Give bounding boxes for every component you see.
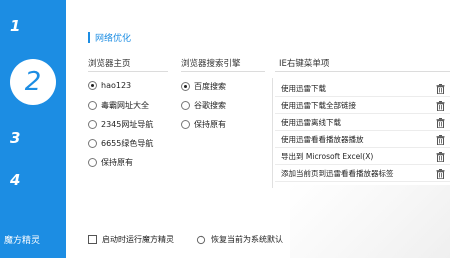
radio-option[interactable]: hao123 — [88, 81, 131, 90]
restore-icon — [196, 235, 206, 244]
search-engine-title: 浏览器搜索引擎 — [181, 59, 241, 69]
context-menu-item-label: 使用迅雷离线下载 — [281, 117, 341, 127]
radio-button[interactable] — [88, 139, 97, 148]
section-title: 网络优化 — [88, 31, 131, 44]
context-menu-item[interactable]: 添加当前页到迅雷看看播放器标签 — [275, 165, 450, 182]
browser-home-title: 浏览器主页 — [88, 59, 131, 69]
step-1-number: 1 — [10, 17, 21, 35]
autorun-label: 启动时运行魔方精灵 — [102, 235, 174, 244]
radio-button[interactable] — [88, 81, 97, 90]
step-3[interactable]: 3 — [0, 118, 66, 158]
radio-button[interactable] — [88, 101, 97, 110]
section-title-bar — [88, 32, 90, 43]
radio-label: 百度搜索 — [194, 82, 226, 91]
step-2-number: 2 — [24, 67, 42, 97]
brand-label: 魔方精灵 — [4, 236, 41, 246]
context-menu-item-label: 使用迅雷下载 — [281, 83, 326, 93]
radio-button[interactable] — [181, 101, 190, 110]
context-menu-item[interactable]: 使用迅雷看看播放器播放 — [275, 131, 450, 148]
trash-icon[interactable] — [436, 118, 445, 128]
step-3-number: 3 — [10, 129, 21, 147]
radio-option[interactable]: 谷歌搜索 — [181, 100, 226, 111]
context-menu-item-label: 使用迅雷下载全部链接 — [281, 100, 356, 110]
radio-label: 6655绿色导航 — [101, 139, 154, 148]
radio-label: hao123 — [101, 81, 132, 90]
trash-icon[interactable] — [436, 101, 445, 111]
search-engine-rule — [181, 71, 265, 72]
radio-label: 保持原有 — [194, 120, 226, 129]
restore-label: 恢复当前为系统默认 — [211, 235, 283, 244]
context-menu-title: IE右键菜单项 — [279, 59, 330, 69]
context-menu-list-border — [272, 78, 273, 188]
trash-icon[interactable] — [436, 169, 445, 179]
trash-icon[interactable] — [436, 84, 445, 94]
radio-button[interactable] — [181, 82, 190, 91]
context-menu-item-label: 使用迅雷看看播放器播放 — [281, 134, 364, 144]
context-menu-rule — [275, 71, 450, 72]
autorun-checkbox[interactable] — [88, 235, 97, 244]
trash-icon[interactable] — [436, 152, 445, 162]
radio-label: 毒霸网址大全 — [101, 101, 149, 110]
radio-option[interactable]: 百度搜索 — [181, 81, 226, 92]
step-2-circle: 2 — [10, 59, 56, 105]
trash-icon[interactable] — [436, 135, 445, 145]
autorun-checkbox-row[interactable]: 启动时运行魔方精灵 — [88, 234, 174, 245]
radio-button[interactable] — [181, 120, 190, 129]
sidebar: 1 2 3 4 魔方精灵 — [0, 0, 66, 258]
step-4-number: 4 — [10, 171, 21, 189]
radio-option[interactable]: 毒霸网址大全 — [88, 100, 149, 111]
context-menu-item[interactable]: 导出到 Microsoft Excel(X) — [275, 148, 450, 165]
context-menu-item[interactable]: 使用迅雷离线下载 — [275, 114, 450, 131]
radio-button[interactable] — [88, 158, 97, 167]
step-2[interactable]: 2 — [0, 58, 66, 106]
radio-option[interactable]: 保持原有 — [88, 157, 133, 168]
radio-label: 2345网址导航 — [101, 120, 154, 129]
browser-home-rule — [88, 71, 168, 72]
radio-label: 谷歌搜索 — [194, 101, 226, 110]
corner-fade — [290, 185, 450, 258]
context-menu-list: 使用迅雷下载使用迅雷下载全部链接 使用迅雷离线下载使用迅雷看看播放器播放 导出到 M… — [275, 80, 450, 182]
step-4[interactable]: 4 — [0, 160, 66, 200]
radio-option[interactable]: 保持原有 — [181, 119, 226, 130]
context-menu-item-label: 添加当前页到迅雷看看播放器标签 — [281, 168, 394, 178]
section-title-text: 网络优化 — [95, 34, 132, 44]
context-menu-item[interactable]: 使用迅雷下载 — [275, 80, 450, 97]
context-menu-item[interactable]: 使用迅雷下载全部链接 — [275, 97, 450, 114]
radio-label: 保持原有 — [101, 158, 133, 167]
radio-option[interactable]: 6655绿色导航 — [88, 138, 153, 149]
radio-option[interactable]: 2345网址导航 — [88, 119, 153, 130]
context-menu-item-label: 导出到 Microsoft Excel(X) — [281, 151, 374, 161]
radio-button[interactable] — [88, 120, 97, 129]
restore-defaults-button[interactable]: 恢复当前为系统默认 — [196, 234, 283, 245]
step-1[interactable]: 1 — [0, 6, 66, 46]
